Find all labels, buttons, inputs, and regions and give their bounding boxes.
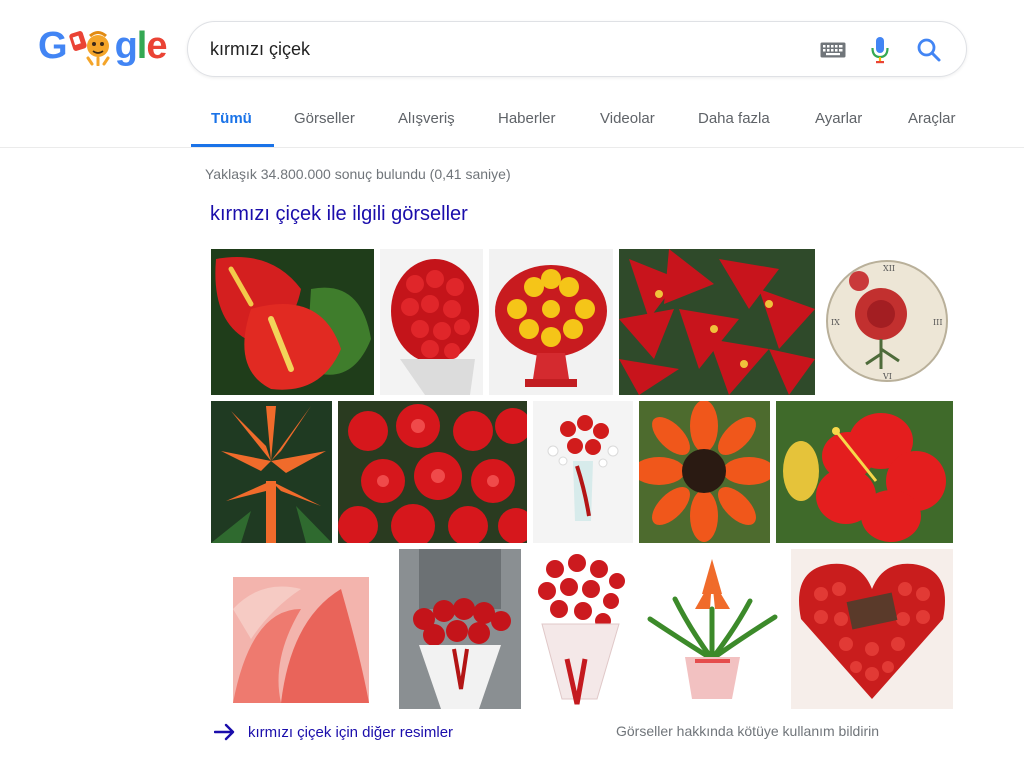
poinsettia-image	[619, 249, 815, 395]
keyboard-icon[interactable]	[820, 41, 846, 59]
tulip-closeup-image	[211, 549, 393, 709]
search-icon[interactable]	[916, 37, 942, 63]
image-thumbnail[interactable]	[399, 549, 521, 709]
image-thumbnail[interactable]	[776, 401, 953, 543]
mic-icon[interactable]	[870, 35, 890, 65]
image-thumbnail[interactable]	[211, 549, 393, 709]
logo-letter: G	[38, 24, 68, 67]
guzmania-pot-image	[640, 549, 785, 709]
svg-text:VI: VI	[882, 372, 892, 381]
anthurium-image	[211, 249, 374, 395]
image-thumbnail[interactable]	[489, 249, 613, 395]
tab-shopping[interactable]: Alışveriş	[398, 110, 455, 127]
arrow-right-icon	[214, 723, 235, 741]
google-doodle-logo[interactable]: G g l e	[38, 24, 167, 68]
verbena-image	[338, 401, 527, 543]
svg-text:XII: XII	[883, 264, 895, 273]
image-thumbnail[interactable]	[211, 401, 332, 543]
tab-videos[interactable]: Videolar	[600, 110, 655, 127]
more-images-label: kırmızı çiçek için diğer resimler	[248, 723, 454, 741]
tab-tools[interactable]: Araçlar	[908, 110, 956, 127]
yellow-red-arrangement-image	[489, 249, 613, 395]
report-images-link[interactable]: Görseller hakkında kötüye kullanım bildi…	[616, 723, 879, 739]
image-thumbnail[interactable]	[639, 401, 770, 543]
guzmania-image	[211, 401, 332, 543]
images-section-heading[interactable]: kırmızı çiçek ile ilgili görseller	[210, 203, 468, 226]
svg-text:III: III	[933, 318, 942, 327]
image-thumbnail[interactable]	[533, 401, 633, 543]
heart-gift-image	[791, 549, 953, 709]
rose-vase-image	[533, 401, 633, 543]
tab-settings[interactable]: Ayarlar	[815, 110, 862, 127]
tab-all[interactable]: Tümü	[211, 110, 252, 127]
logo-letter: e	[146, 24, 167, 67]
doodle-icon	[68, 31, 110, 66]
image-thumbnail[interactable]	[619, 249, 815, 395]
tab-news[interactable]: Haberler	[498, 110, 556, 127]
rose-bouquet-white-image	[527, 549, 634, 709]
flower-clock-image: XII III VI IX	[821, 249, 953, 395]
image-thumbnail[interactable]: XII III VI IX	[821, 249, 953, 395]
image-thumbnail[interactable]	[338, 401, 527, 543]
image-thumbnail[interactable]	[640, 549, 785, 709]
hibiscus-image	[776, 401, 953, 543]
search-results-page: G g l e kırmızı çiçek Tümü Görseller Alı…	[0, 0, 1024, 768]
logo-letter: l	[136, 24, 148, 67]
rose-bouquet-wrapped-image	[399, 549, 521, 709]
search-tabs: Tümü Görseller Alışveriş Haberler Videol…	[0, 100, 1024, 148]
rose-bouquet-image	[380, 249, 483, 395]
more-images-link[interactable]: kırmızı çiçek için diğer resimler	[214, 720, 453, 744]
search-input[interactable]	[210, 36, 770, 62]
orange-flower-image	[639, 401, 770, 543]
image-thumbnail[interactable]	[791, 549, 953, 709]
image-thumbnail[interactable]	[527, 549, 634, 709]
image-thumbnail[interactable]	[380, 249, 483, 395]
image-thumbnail[interactable]	[211, 249, 374, 395]
tab-images[interactable]: Görseller	[294, 110, 355, 127]
result-stats: Yaklaşık 34.800.000 sonuç bulundu (0,41 …	[205, 166, 511, 182]
logo-letter: g	[114, 24, 138, 67]
svg-text:IX: IX	[831, 318, 840, 327]
active-tab-indicator	[191, 144, 274, 147]
search-box[interactable]	[187, 21, 967, 77]
tab-more[interactable]: Daha fazla	[698, 110, 770, 127]
